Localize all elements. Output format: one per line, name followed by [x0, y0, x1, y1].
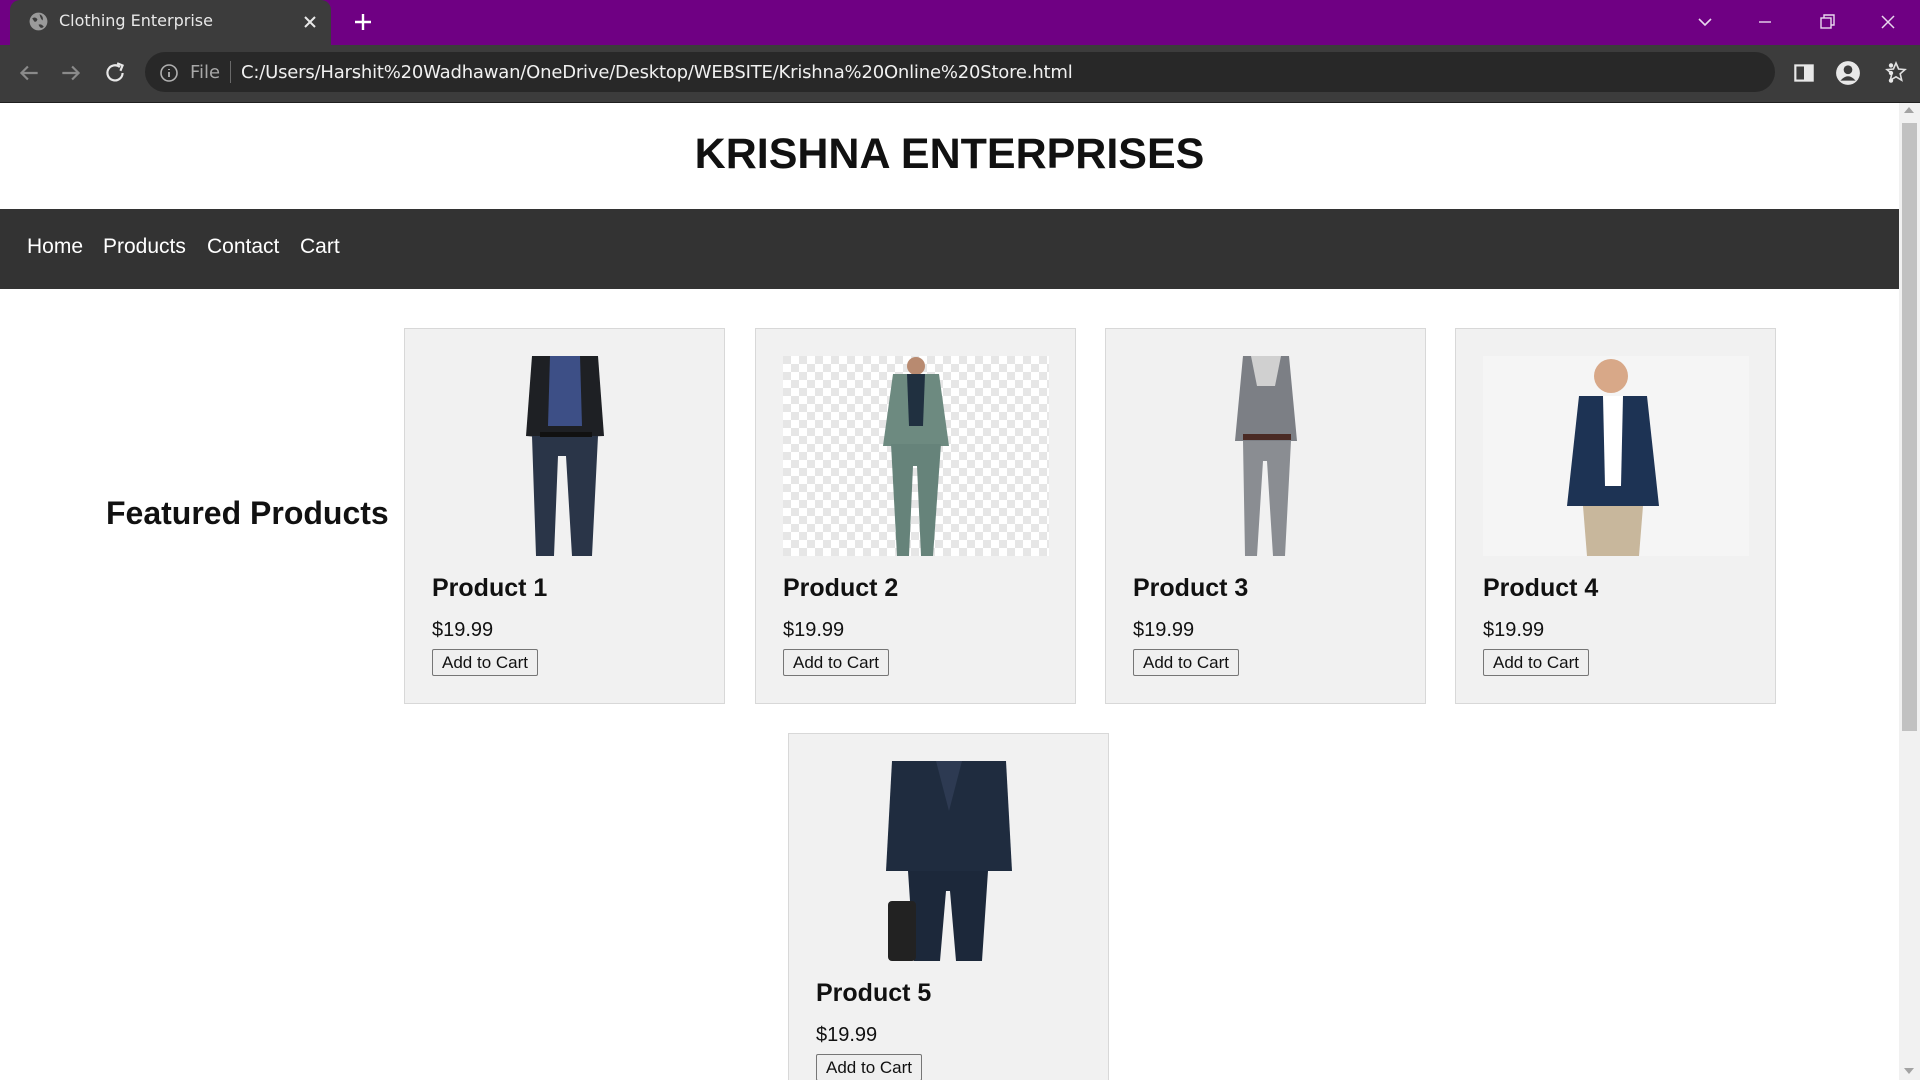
close-tab-icon[interactable]	[300, 12, 320, 32]
product-card: Product 2 $19.99 Add to Cart	[755, 328, 1076, 704]
add-to-cart-button[interactable]: Add to Cart	[1483, 649, 1589, 676]
address-url-text[interactable]: C:/Users/Harshit%20Wadhawan/OneDrive/Des…	[241, 62, 1073, 83]
product-image	[783, 356, 1049, 556]
tab-search-chevron-icon[interactable]	[1693, 10, 1717, 34]
nav-link-contact[interactable]: Contact	[207, 235, 279, 259]
product-card: Product 3 $19.99 Add to Cart	[1105, 328, 1426, 704]
site-title: KRISHNA ENTERPRISES	[694, 130, 1205, 178]
browser-toolbar: File C:/Users/Harshit%20Wadhawan/OneDriv…	[0, 45, 1920, 103]
product-name: Product 4	[1483, 574, 1599, 602]
address-bar[interactable]: File C:/Users/Harshit%20Wadhawan/OneDriv…	[145, 52, 1907, 92]
nav-link-home[interactable]: Home	[27, 235, 83, 259]
side-panel-icon[interactable]	[1791, 60, 1817, 86]
page-viewport: KRISHNA ENTERPRISES Home Products Contac…	[0, 103, 1899, 1080]
scroll-down-arrow-icon[interactable]	[1904, 1068, 1914, 1074]
page-scrollbar[interactable]	[1899, 103, 1920, 1080]
new-tab-icon[interactable]	[351, 10, 375, 34]
product-card: Product 4 $19.99 Add to Cart	[1455, 328, 1776, 704]
product-name: Product 3	[1133, 574, 1249, 602]
featured-products-heading: Featured Products	[106, 495, 389, 531]
product-price: $19.99	[432, 619, 494, 641]
address-divider	[230, 61, 231, 83]
product-image	[1133, 356, 1399, 556]
product-card: Product 1 $19.99 Add to Cart	[404, 328, 725, 704]
product-price: $19.99	[783, 619, 845, 641]
minimize-icon[interactable]	[1753, 10, 1777, 34]
product-name: Product 1	[432, 574, 548, 602]
forward-arrow-icon[interactable]	[58, 60, 84, 86]
add-to-cart-button[interactable]: Add to Cart	[816, 1054, 922, 1080]
add-to-cart-button[interactable]: Add to Cart	[1133, 649, 1239, 676]
product-name: Product 2	[783, 574, 899, 602]
scrollbar-thumb[interactable]	[1902, 123, 1917, 731]
add-to-cart-button[interactable]: Add to Cart	[783, 649, 889, 676]
product-name: Product 5	[816, 979, 932, 1007]
browser-tab-strip: Clothing Enterprise	[0, 0, 1920, 45]
site-nav: Home Products Contact Cart	[0, 209, 1899, 289]
site-info-icon[interactable]	[159, 63, 179, 83]
product-price: $19.99	[816, 1024, 878, 1046]
tab-title: Clothing Enterprise	[59, 11, 213, 30]
reload-icon[interactable]	[102, 60, 128, 86]
product-image	[1483, 356, 1749, 556]
profile-avatar-icon[interactable]	[1835, 60, 1861, 86]
restore-icon[interactable]	[1815, 10, 1839, 34]
browser-tab[interactable]: Clothing Enterprise	[10, 0, 331, 45]
product-card: Product 5 $19.99 Add to Cart	[788, 733, 1109, 1080]
product-price: $19.99	[1133, 619, 1195, 641]
product-image	[816, 761, 1082, 961]
globe-icon	[29, 12, 48, 31]
address-scheme-label: File	[190, 62, 221, 83]
close-window-icon[interactable]	[1876, 10, 1900, 34]
scroll-up-arrow-icon[interactable]	[1904, 107, 1914, 113]
product-image	[432, 356, 698, 556]
back-arrow-icon[interactable]	[16, 60, 42, 86]
nav-link-products[interactable]: Products	[103, 235, 186, 259]
add-to-cart-button[interactable]: Add to Cart	[432, 649, 538, 676]
site-header: KRISHNA ENTERPRISES	[0, 103, 1899, 208]
kebab-menu-icon[interactable]	[1878, 60, 1904, 86]
product-price: $19.99	[1483, 619, 1545, 641]
nav-link-cart[interactable]: Cart	[300, 235, 340, 259]
